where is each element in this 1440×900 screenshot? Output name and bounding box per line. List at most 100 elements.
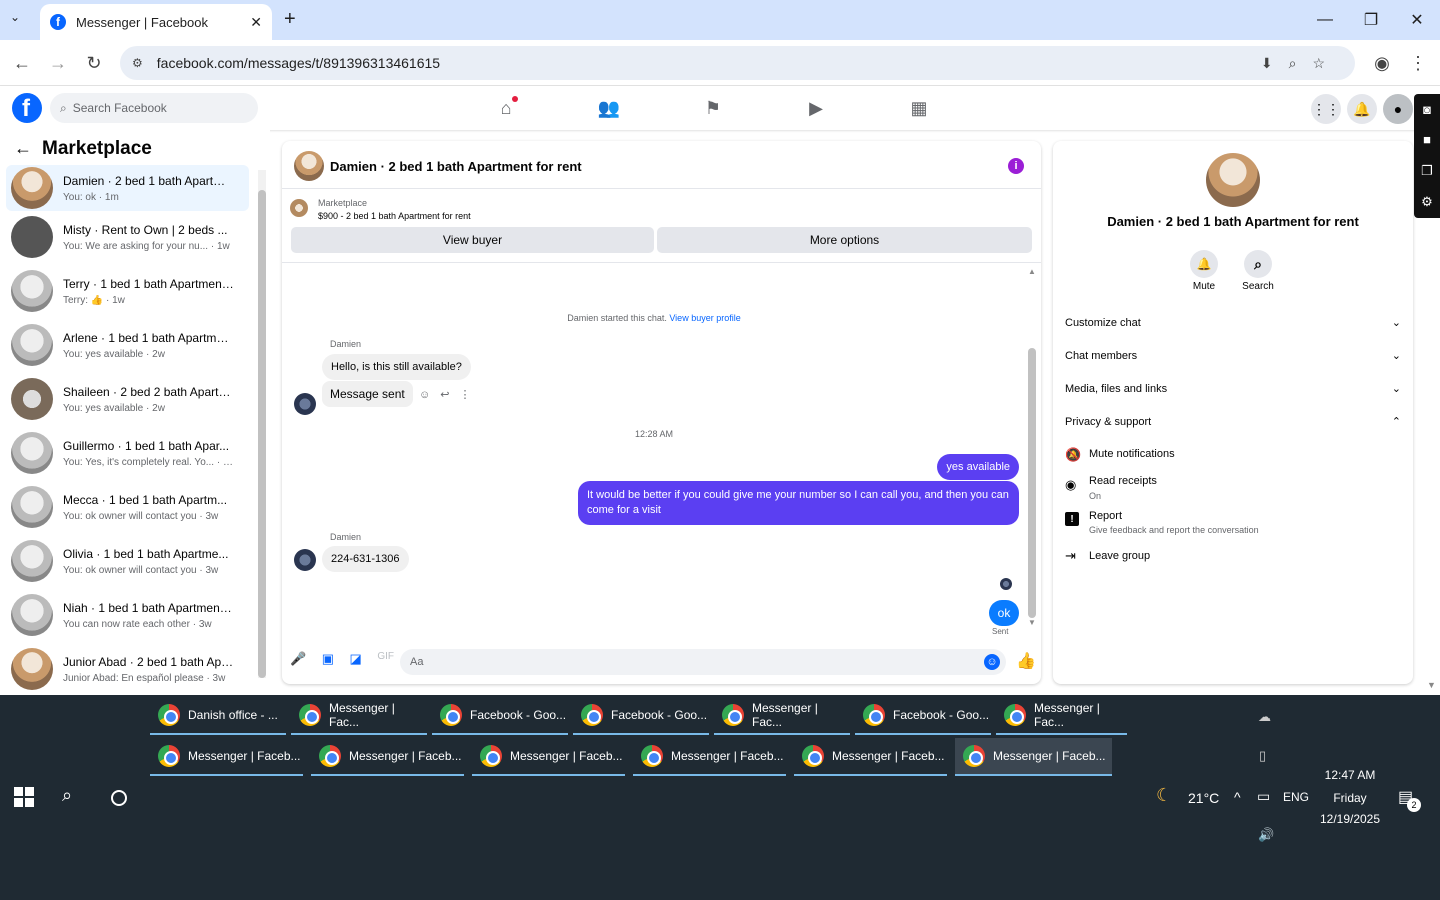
forward-icon[interactable]: → — [43, 48, 73, 78]
taskbar-window[interactable]: Messenger | Fac... — [291, 697, 427, 735]
onedrive-icon[interactable]: ☁ — [1258, 709, 1271, 725]
pages-icon[interactable]: ⚑ — [701, 96, 725, 120]
weather-icon[interactable]: ☾ — [1156, 785, 1172, 806]
taskbar-window[interactable]: Messenger | Faceb... — [633, 738, 786, 776]
tab-search-icon[interactable]: ⌄ — [10, 10, 20, 24]
apps-menu-icon[interactable]: ⋮⋮ — [1311, 94, 1341, 124]
browser-tab[interactable]: f Messenger | Facebook ✕ — [40, 4, 272, 40]
outgoing-message[interactable]: yes available — [937, 454, 1019, 480]
info-icon[interactable]: i — [1008, 158, 1024, 174]
mute-bell-icon[interactable]: 🔔 — [1190, 250, 1218, 278]
conversation-item[interactable]: Terry · 1 bed 1 bath Apartment f... Terry… — [6, 268, 249, 314]
clock-time[interactable]: 12:47 AM — [1314, 768, 1386, 782]
sender-avatar[interactable] — [294, 549, 316, 571]
settings-gear-icon[interactable]: ⚙ — [1421, 194, 1433, 210]
incoming-message[interactable]: Hello, is this still available? — [322, 354, 471, 380]
search-chat-icon[interactable]: ⌕ — [1244, 250, 1272, 278]
new-tab-icon[interactable]: + — [284, 8, 296, 31]
read-receipts-option[interactable]: Read receipts — [1089, 475, 1157, 487]
gif-icon[interactable]: GIF — [377, 651, 394, 667]
marketplace-icon[interactable]: ▦ — [907, 96, 931, 120]
conversation-item[interactable]: Mecca · 1 bed 1 bath Apartm... You: ok ow… — [6, 484, 249, 530]
reply-icon[interactable]: ↩ — [440, 389, 459, 401]
sender-avatar[interactable] — [294, 393, 316, 415]
outgoing-message[interactable]: ok — [989, 600, 1019, 626]
start-windows-icon[interactable] — [14, 787, 34, 807]
account-avatar[interactable]: ● — [1383, 94, 1413, 124]
customize-chat-section[interactable]: Customize chat ⌄ — [1065, 316, 1401, 330]
facebook-search-input[interactable]: ⌕ Search Facebook — [50, 93, 258, 123]
conversation-item[interactable]: Damien · 2 bed 1 bath Apartme... You: ok … — [6, 165, 249, 211]
clock-day[interactable]: Friday — [1314, 791, 1386, 805]
leave-group-option[interactable]: Leave group — [1089, 550, 1150, 562]
list-scrollbar[interactable] — [258, 170, 266, 678]
maximize-icon[interactable]: ❐ — [1348, 0, 1394, 40]
incoming-message[interactable]: Message sent — [322, 381, 413, 407]
taskbar-window[interactable]: Messenger | Faceb... — [150, 738, 303, 776]
taskbar-window[interactable]: Danish office - ... — [150, 697, 286, 735]
listing-price-title[interactable]: $900 - 2 bed 1 bath Apartment for rent — [318, 211, 471, 221]
taskbar-window[interactable]: Facebook - Goo... — [432, 697, 568, 735]
address-bar[interactable]: ⚙ facebook.com/messages/t/89139631346161… — [120, 46, 1355, 80]
message-input[interactable]: Aa ☺ — [400, 649, 1006, 675]
show-hidden-icons-icon[interactable]: ^ — [1234, 789, 1241, 805]
language-indicator[interactable]: ENG — [1283, 790, 1309, 804]
reload-icon[interactable]: ↻ — [79, 48, 109, 78]
site-info-icon[interactable]: ⚙ — [132, 56, 143, 70]
conversation-item[interactable]: Olivia · 1 bed 1 bath Apartme... You: ok … — [6, 538, 249, 584]
react-icon[interactable]: ☺ — [419, 389, 440, 401]
taskbar-window[interactable]: Messenger | Faceb... — [472, 738, 625, 776]
taskbar-window[interactable]: Facebook - Goo... — [855, 697, 991, 735]
clock-date[interactable]: 12/19/2025 — [1314, 812, 1386, 826]
media-files-section[interactable]: Media, files and links ⌄ — [1065, 382, 1401, 396]
taskbar-window[interactable]: Messenger | Faceb... — [311, 738, 464, 776]
network-icon[interactable]: ▭ — [1257, 788, 1270, 805]
like-icon[interactable]: 👍 — [1016, 651, 1036, 671]
image-icon[interactable]: ▣ — [322, 651, 334, 667]
taskbar-window-active[interactable]: Messenger | Faceb... — [955, 738, 1112, 776]
view-buyer-button[interactable]: View buyer — [291, 227, 654, 253]
close-tab-icon[interactable]: ✕ — [250, 14, 262, 31]
taskbar-window[interactable]: Messenger | Faceb... — [794, 738, 947, 776]
chat-title[interactable]: Damien · 2 bed 1 bath Apartment for rent — [330, 159, 582, 174]
outgoing-message[interactable]: It would be better if you could give me … — [578, 481, 1019, 525]
profile-icon[interactable]: ◉ — [1367, 48, 1397, 78]
chat-avatar[interactable] — [294, 151, 324, 181]
friends-icon[interactable]: 👥 — [597, 96, 621, 120]
conversation-item[interactable]: Guillermo · 1 bed 1 bath Apar... You: Yes… — [6, 430, 249, 476]
microphone-icon[interactable]: 🎤 — [290, 651, 306, 667]
volume-icon[interactable]: 🔊 — [1258, 827, 1274, 843]
home-icon[interactable]: ⌂ — [494, 96, 518, 120]
page-scroll-down-icon[interactable]: ▼ — [1427, 680, 1436, 690]
messages-scrollbar[interactable]: ▲ ▼ — [1028, 267, 1036, 635]
cortana-icon[interactable] — [111, 790, 127, 806]
minimize-icon[interactable]: — — [1302, 0, 1348, 40]
watch-icon[interactable]: ▶ — [804, 96, 828, 120]
taskbar-search-icon[interactable]: ⌕ — [62, 785, 72, 806]
sticker-icon[interactable]: ◪ — [350, 651, 362, 667]
window-icon[interactable]: ❐ — [1421, 163, 1433, 179]
weather-temp[interactable]: 21°C — [1188, 790, 1219, 806]
mute-notifications-option[interactable]: Mute notifications — [1089, 448, 1175, 460]
privacy-support-section[interactable]: Privacy & support ⌃ — [1065, 415, 1401, 429]
omnibox-actions-icon[interactable]: ⬇⌕☆ — [1261, 55, 1341, 72]
back-icon[interactable]: ← — [7, 48, 37, 78]
taskbar-window[interactable]: Facebook - Goo... — [573, 697, 709, 735]
more-options-button[interactable]: More options — [657, 227, 1032, 253]
view-buyer-profile-link[interactable]: View buyer profile — [669, 313, 740, 323]
video-icon[interactable]: ■ — [1423, 132, 1431, 147]
more-icon[interactable]: ⋮ — [459, 389, 480, 401]
chat-members-section[interactable]: Chat members ⌄ — [1065, 349, 1401, 363]
conversation-item[interactable]: Shaileen · 2 bed 2 bath Apartm... You: ye… — [6, 376, 249, 422]
camera-icon[interactable]: ◙ — [1423, 102, 1431, 117]
conversation-item[interactable]: Arlene · 1 bed 1 bath Apartment... You: y… — [6, 322, 249, 368]
conversation-item[interactable]: Niah · 1 bed 1 bath Apartment f... You ca… — [6, 592, 249, 638]
notifications-icon[interactable]: 🔔 — [1347, 94, 1377, 124]
close-window-icon[interactable]: ✕ — [1394, 0, 1440, 40]
facebook-logo-icon[interactable]: f — [12, 93, 42, 123]
emoji-icon[interactable]: ☺ — [984, 654, 1000, 670]
taskbar-window[interactable]: Messenger | Fac... — [714, 697, 850, 735]
conversation-item[interactable]: Misty · Rent to Own | 2 beds ... You: We … — [6, 214, 249, 260]
taskbar-window[interactable]: Messenger | Fac... — [996, 697, 1127, 735]
device-icon[interactable]: ▯ — [1259, 748, 1266, 764]
